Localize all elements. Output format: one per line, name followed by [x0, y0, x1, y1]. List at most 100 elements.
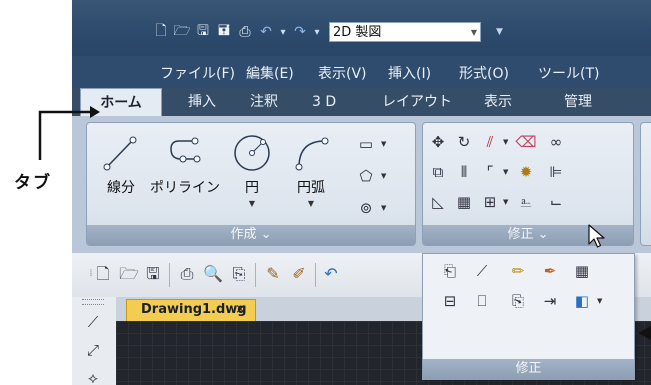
chevron-down-icon[interactable]: ▼ [503, 168, 508, 176]
cad-application-window: 🗋 🗁 🖫 🖬 ⎙ ↶ ▾ ↷ ▾ 2D 製図 ▼ ▼ ファイル(F) 編集(E… [72, 0, 651, 385]
chevron-down-icon[interactable]: ▼ [381, 204, 386, 212]
chevron-down-icon[interactable]: ▼ [227, 199, 277, 208]
menu-bar: ファイル(F) 編集(E) 表示(V) 挿入(I) 形式(O) ツール(T) [72, 56, 651, 88]
fillet-icon[interactable]: ⌜ [479, 161, 501, 183]
move-icon[interactable]: ✥ [427, 131, 449, 153]
line-icon[interactable]: ⟋ [82, 311, 104, 333]
copy-icon[interactable]: ⧉ [427, 161, 449, 183]
layer-icon[interactable]: ◧ [571, 290, 593, 312]
chevron-down-icon[interactable]: ▼ [503, 198, 508, 206]
polyline-tool-button[interactable]: ポリライン [149, 133, 221, 213]
stretch-icon[interactable]: ◺ [427, 191, 449, 213]
tab-annotate[interactable]: 注釈 [250, 88, 278, 116]
toolbar-separator [169, 263, 170, 287]
line-icon [103, 136, 137, 171]
tab-layout[interactable]: レイアウト [382, 88, 452, 116]
chevron-down-icon[interactable]: ▼ [381, 140, 386, 148]
tab-manage[interactable]: 管理 [564, 88, 592, 116]
print-preview-icon[interactable]: 🔍 [202, 263, 224, 285]
purge-icon[interactable]: ✎ [262, 263, 284, 285]
next-panel-partial [640, 122, 651, 246]
quick-access-toolbar: 🗋 🗁 🖫 🖬 ⎙ ↶ ▾ ↷ ▾ 2D 製図 ▼ ▼ [152, 22, 503, 42]
construction-line-icon[interactable]: ⤢ [82, 339, 104, 361]
edit-hatch-icon[interactable]: ▦ [571, 260, 593, 282]
chevron-down-icon[interactable]: ▼ [285, 199, 337, 208]
open-folder-icon[interactable]: 🗁 [173, 23, 191, 41]
menu-insert[interactable]: 挿入(I) [388, 63, 431, 83]
rotate-icon[interactable]: ↻ [453, 131, 475, 153]
copy-clip-icon[interactable]: ⎕ [471, 290, 493, 312]
document-tab-name: Drawing1.dwg [141, 302, 247, 317]
erase-icon[interactable]: ⌫ [515, 131, 537, 153]
array-icon[interactable]: ⊞ [479, 191, 501, 213]
mirror-icon[interactable]: ⫴ [453, 161, 475, 183]
explode-icon[interactable]: ✹ [515, 161, 537, 183]
join-icon[interactable]: ∞ [545, 131, 567, 153]
left-draw-toolbar: ⟋ ⤢ ⟡ [72, 297, 117, 385]
polyline-icon[interactable]: ⟡ [82, 367, 104, 385]
ribbon-body: 線分 ポリライン 円 ▼ 円弧 ▼ ▭ ▼ ⬠ ▼ ⊚ ▼ 作成 ⌄ ✥ ↻ ⫽… [72, 116, 651, 253]
workspace-select[interactable]: 2D 製図 ▼ [329, 22, 481, 42]
save-icon[interactable]: 🖫 [142, 263, 164, 285]
line-tool-button[interactable]: 線分 [95, 133, 147, 213]
circle-tool-button[interactable]: 円 ▼ [227, 133, 277, 213]
title-bar: 🗋 🗁 🖫 🖬 ⎙ ↶ ▾ ↷ ▾ 2D 製図 ▼ ▼ [72, 0, 651, 56]
chevron-down-icon[interactable]: ▼ [503, 138, 508, 146]
qat-customize-icon[interactable]: ▼ [496, 27, 503, 37]
arc-tool-button[interactable]: 円弧 ▼ [285, 133, 337, 213]
draw-panel-title[interactable]: 作成 ⌄ [87, 225, 415, 245]
break-icon[interactable]: ⌙ [545, 191, 567, 213]
paste-icon[interactable]: ⎘ [507, 290, 529, 312]
align-icon[interactable]: ⊫ [545, 161, 567, 183]
tab-home[interactable]: ホーム [80, 88, 162, 116]
menu-format[interactable]: 形式(O) [459, 63, 509, 83]
draworder-icon[interactable]: ⊟ [439, 290, 461, 312]
new-file-icon[interactable]: 🗋 [152, 23, 170, 41]
polyline-icon [170, 137, 201, 163]
close-icon[interactable]: × [235, 302, 246, 317]
tab-3d[interactable]: 3 D [312, 88, 336, 116]
save-icon[interactable]: 🖫 [194, 23, 212, 41]
chevron-down-icon[interactable]: ▼ [597, 297, 602, 305]
menu-edit[interactable]: 編集(E) [246, 63, 294, 83]
edit-spline-icon[interactable]: ✒ [539, 260, 561, 282]
trim-icon[interactable]: ⫽ [479, 131, 501, 153]
print-icon[interactable]: ⎙ [236, 23, 254, 41]
menu-tools[interactable]: ツール(T) [538, 63, 599, 83]
undo-dropdown-icon[interactable]: ▾ [278, 23, 288, 41]
draw-panel: 線分 ポリライン 円 ▼ 円弧 ▼ ▭ ▼ ⬠ ▼ ⊚ ▼ 作成 ⌄ [86, 122, 416, 246]
menu-file[interactable]: ファイル(F) [160, 63, 235, 83]
modify-panel-flyout: ⎗ ⟋ ✏ ✒ ▦ ⊟ ⎕ ⎘ ⇥ ◧ ▼ 修正 [422, 253, 635, 380]
tab-insert[interactable]: 挿入 [188, 88, 216, 116]
ribbon-tab-bar: ホーム 挿入 注釈 3 D レイアウト 表示 管理 [72, 88, 651, 116]
flyout-title: 修正 [423, 359, 634, 379]
menu-view[interactable]: 表示(V) [318, 63, 367, 83]
undo-icon[interactable]: ↶ [320, 263, 342, 285]
workspace-select-value: 2D 製図 [333, 25, 382, 40]
properties-icon[interactable]: ⎗ [439, 260, 461, 282]
tab-view[interactable]: 表示 [484, 88, 512, 116]
edit-polyline-icon[interactable]: ✏ [507, 260, 529, 282]
match-properties-icon[interactable]: ✐ [288, 263, 310, 285]
mouse-cursor-icon [588, 224, 605, 248]
redo-icon[interactable]: ↷ [291, 23, 309, 41]
new-file-icon[interactable]: 🗋 [92, 263, 114, 285]
lengthen-icon[interactable]: ⟋ [471, 260, 493, 282]
print-icon[interactable]: ⎙ [176, 263, 198, 285]
redo-dropdown-icon[interactable]: ▾ [312, 23, 322, 41]
join-icon[interactable]: ⇥ [539, 290, 561, 312]
save-as-icon[interactable]: 🖬 [215, 23, 233, 41]
undo-icon[interactable]: ↶ [257, 23, 275, 41]
scale-icon[interactable]: ▦ [453, 191, 475, 213]
circle-tool-label: 円 [245, 180, 259, 196]
publish-icon[interactable]: ⎘ [228, 263, 250, 285]
offset-icon[interactable]: ⎁ [515, 191, 537, 213]
open-folder-icon[interactable]: 🗁 [118, 263, 140, 285]
document-tab[interactable]: Drawing1.dwg × [126, 299, 256, 321]
region-icon[interactable]: ⊚ [355, 197, 377, 219]
chevron-down-icon[interactable]: ▼ [381, 172, 386, 180]
hatch-icon[interactable]: ⬠ [355, 165, 377, 187]
toolbar-grip[interactable] [82, 299, 104, 305]
circle-icon [234, 135, 270, 171]
rectangle-icon[interactable]: ▭ [355, 133, 377, 155]
